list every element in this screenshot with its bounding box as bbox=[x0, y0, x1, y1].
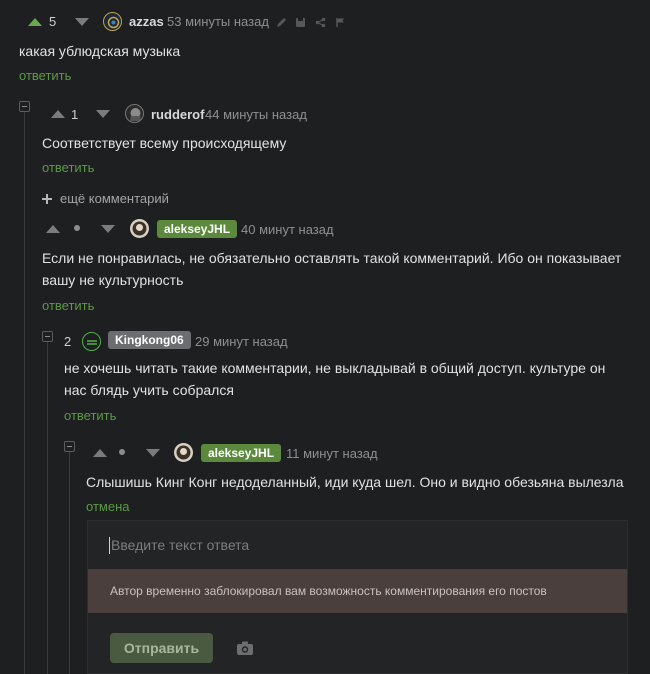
comment-time[interactable]: 11 минут назад bbox=[286, 446, 378, 461]
reply-link[interactable]: ответить bbox=[42, 298, 94, 313]
save-icon[interactable] bbox=[293, 15, 307, 29]
collapse-thread-button[interactable] bbox=[42, 331, 53, 342]
comment-time[interactable]: 40 минут назад bbox=[241, 222, 334, 237]
comment-author[interactable]: rudderof bbox=[151, 107, 204, 122]
comment-text: Соответствует всему происходящему bbox=[42, 135, 287, 151]
reply-textarea[interactable]: Введите текст ответа bbox=[88, 521, 627, 570]
reply-link[interactable]: ответить bbox=[42, 160, 94, 175]
comment-author[interactable]: azzas bbox=[129, 14, 164, 29]
plus-icon bbox=[42, 193, 52, 204]
comment-score: 5 bbox=[49, 14, 57, 29]
text-cursor bbox=[109, 537, 110, 554]
thread-branch-line bbox=[24, 112, 25, 674]
blocked-notice-text: Автор временно заблокировал вам возможно… bbox=[110, 584, 547, 598]
author-badge[interactable]: alekseyJHL bbox=[157, 220, 238, 238]
arrow-up-icon bbox=[28, 18, 42, 26]
author-badge[interactable]: alekseyJHL bbox=[201, 444, 282, 462]
avatar[interactable] bbox=[82, 332, 101, 351]
upvote-button[interactable] bbox=[45, 104, 71, 124]
downvote-button[interactable] bbox=[140, 443, 166, 463]
arrow-down-icon bbox=[101, 225, 115, 233]
reply-placeholder: Введите текст ответа bbox=[111, 537, 250, 553]
downvote-button[interactable] bbox=[90, 104, 116, 124]
more-comments-link[interactable]: ещё комментарий bbox=[42, 191, 169, 206]
score-hidden-dot bbox=[119, 449, 125, 455]
score-hidden-dot bbox=[74, 225, 80, 231]
comment-score: 1 bbox=[71, 107, 79, 122]
submit-button[interactable]: Отправить bbox=[110, 633, 213, 663]
reply-form: Введите текст ответа Автор временно забл… bbox=[87, 520, 628, 674]
submit-button-label: Отправить bbox=[123, 640, 200, 656]
avatar[interactable] bbox=[174, 443, 193, 462]
reply-link[interactable]: ответить bbox=[19, 68, 71, 83]
comment-score: 2 bbox=[64, 334, 72, 349]
arrow-up-icon bbox=[51, 110, 65, 118]
cancel-reply-link[interactable]: отмена bbox=[86, 499, 129, 514]
arrow-down-icon bbox=[75, 18, 89, 26]
downvote-button[interactable] bbox=[95, 219, 121, 239]
arrow-up-icon bbox=[46, 225, 60, 233]
comment-text: какая ублюдская музыка bbox=[19, 43, 181, 59]
blocked-notice: Автор временно заблокировал вам возможно… bbox=[88, 569, 627, 613]
arrow-down-icon bbox=[96, 110, 110, 118]
comment-time[interactable]: 44 минуты назад bbox=[205, 107, 307, 122]
comment-text: не хочешь читать такие комментарии, не в… bbox=[64, 360, 606, 398]
upvote-button[interactable] bbox=[40, 219, 66, 239]
arrow-up-icon bbox=[93, 449, 107, 457]
avatar[interactable] bbox=[103, 12, 122, 31]
comment-time[interactable]: 53 минуты назад bbox=[167, 14, 269, 29]
author-badge[interactable]: Kingkong06 bbox=[108, 331, 191, 349]
avatar[interactable] bbox=[125, 104, 144, 123]
thread-branch-line bbox=[47, 342, 48, 674]
comment-text: Слышишь Кинг Конг недоделанный, иди куда… bbox=[86, 474, 624, 490]
comment-text: Если не понравилась, не обязательно оста… bbox=[42, 250, 622, 288]
upvote-button[interactable] bbox=[87, 443, 113, 463]
upvote-button[interactable] bbox=[22, 12, 48, 32]
collapse-thread-button[interactable] bbox=[64, 441, 75, 452]
pencil-icon[interactable] bbox=[274, 15, 288, 29]
reply-link[interactable]: ответить bbox=[64, 408, 116, 423]
avatar[interactable] bbox=[130, 219, 149, 238]
share-icon[interactable] bbox=[313, 15, 327, 29]
comment-time[interactable]: 29 минут назад bbox=[195, 334, 288, 349]
camera-icon[interactable] bbox=[236, 640, 254, 656]
arrow-down-icon bbox=[146, 449, 160, 457]
more-comments-label: ещё комментарий bbox=[60, 191, 169, 206]
collapse-thread-button[interactable] bbox=[19, 101, 30, 112]
flag-icon[interactable] bbox=[333, 15, 347, 29]
thread-branch-line bbox=[69, 452, 70, 674]
downvote-button[interactable] bbox=[69, 12, 95, 32]
